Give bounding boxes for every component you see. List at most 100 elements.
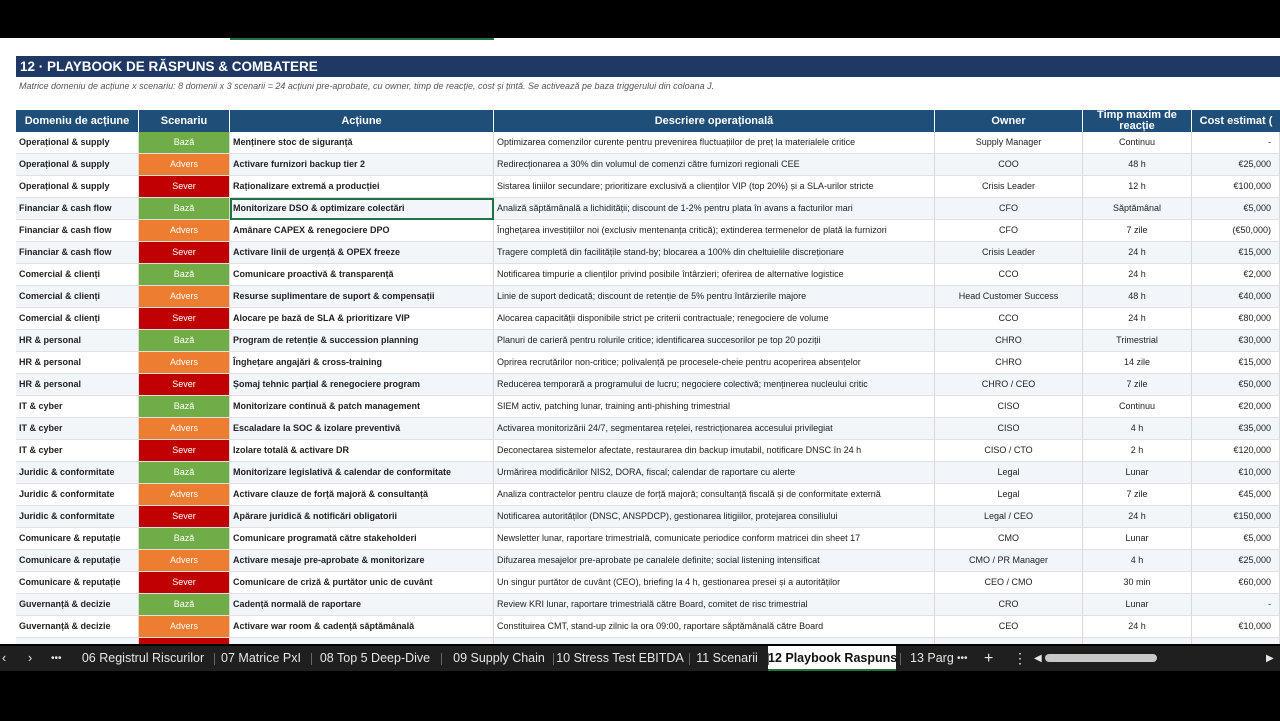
cell-descriere[interactable]: Redirecționarea a 30% din volumul de com… bbox=[494, 154, 935, 176]
cell-domeniu[interactable]: IT & cyber bbox=[16, 418, 139, 440]
cell-scenariu[interactable]: Bază bbox=[139, 462, 230, 484]
cell-actiune[interactable]: Înghețare angajări & cross-training bbox=[230, 352, 494, 374]
cell-owner[interactable]: CEO / CMO bbox=[935, 572, 1083, 594]
header-timp[interactable]: Timp maxim de reacție bbox=[1083, 110, 1192, 132]
cell-timp[interactable]: Trimestrial bbox=[1083, 330, 1192, 352]
sheet-tab[interactable]: 06 Registrul Riscurilor bbox=[70, 646, 216, 671]
cell-owner[interactable]: CCO bbox=[935, 308, 1083, 330]
cell-descriere[interactable]: Linie de suport dedicată; discount de re… bbox=[494, 286, 935, 308]
sheet-tab[interactable]: 12 Playbook Raspuns bbox=[768, 646, 897, 671]
header-cost[interactable]: Cost estimat ( bbox=[1192, 110, 1280, 132]
cell-descriere[interactable]: Difuzarea mesajelor pre-aprobate pe cana… bbox=[494, 550, 935, 572]
cell-domeniu[interactable]: IT & cyber bbox=[16, 396, 139, 418]
cell-cost[interactable]: €150,000 bbox=[1192, 506, 1280, 528]
cell-domeniu[interactable]: Juridic & conformitate bbox=[16, 462, 139, 484]
cell-domeniu[interactable] bbox=[16, 638, 139, 644]
cell-domeniu[interactable]: Comunicare & reputație bbox=[16, 572, 139, 594]
cell-descriere[interactable]: Planuri de carieră pentru rolurile criti… bbox=[494, 330, 935, 352]
cell-cost[interactable]: €60,000 bbox=[1192, 572, 1280, 594]
cell-timp[interactable]: Continuu bbox=[1083, 132, 1192, 154]
sheet-tab[interactable]: 08 Top 5 Deep-Dive bbox=[311, 646, 439, 671]
cell-scenariu[interactable]: Advers bbox=[139, 418, 230, 440]
cell-scenariu[interactable]: Bază bbox=[139, 132, 230, 154]
cell-descriere[interactable]: Reducerea temporară a programului de luc… bbox=[494, 374, 935, 396]
cell-cost[interactable]: €15,000 bbox=[1192, 242, 1280, 264]
cell-cost[interactable]: €30,000 bbox=[1192, 330, 1280, 352]
cell-cost[interactable]: €80,000 bbox=[1192, 308, 1280, 330]
cell-actiune[interactable]: Apărare juridică & notificări obligatori… bbox=[230, 506, 494, 528]
cell-scenariu[interactable]: Sever bbox=[139, 506, 230, 528]
cell-timp[interactable]: 4 h bbox=[1083, 550, 1192, 572]
header-domeniu[interactable]: Domeniu de acțiune bbox=[16, 110, 139, 132]
header-owner[interactable]: Owner bbox=[935, 110, 1083, 132]
cell-descriere[interactable] bbox=[494, 638, 935, 644]
next-sheet-icon[interactable]: › bbox=[28, 646, 32, 671]
cell-owner[interactable]: CFO bbox=[935, 198, 1083, 220]
header-scenariu[interactable]: Scenariu bbox=[139, 110, 230, 132]
cell-timp[interactable]: Lunar bbox=[1083, 462, 1192, 484]
cell-actiune[interactable]: Comunicare programată către stakeholderi bbox=[230, 528, 494, 550]
sheet-tab[interactable]: 10 Stress Test EBITDA bbox=[553, 646, 687, 671]
cell-domeniu[interactable]: Guvernanță & decizie bbox=[16, 594, 139, 616]
cell-descriere[interactable]: Urmărirea modificărilor NIS2, DORA, fisc… bbox=[494, 462, 935, 484]
cell-domeniu[interactable]: HR & personal bbox=[16, 352, 139, 374]
cell-actiune[interactable]: Alocare pe bază de SLA & prioritizare VI… bbox=[230, 308, 494, 330]
cell-scenariu[interactable]: Advers bbox=[139, 286, 230, 308]
cell-owner[interactable]: CRO bbox=[935, 594, 1083, 616]
cell-descriere[interactable]: Tragere completă din facilitățile stand-… bbox=[494, 242, 935, 264]
cell-timp[interactable]: 48 h bbox=[1083, 154, 1192, 176]
cell-cost[interactable]: €10,000 bbox=[1192, 616, 1280, 638]
cell-domeniu[interactable]: HR & personal bbox=[16, 374, 139, 396]
cell-actiune[interactable]: Resurse suplimentare de suport & compens… bbox=[230, 286, 494, 308]
cell-owner[interactable]: CHRO bbox=[935, 330, 1083, 352]
cell-actiune[interactable]: Raționalizare extremă a producției bbox=[230, 176, 494, 198]
prev-sheet-icon[interactable]: ‹ bbox=[2, 646, 6, 671]
cell-descriere[interactable]: Review KRI lunar, raportare trimestrială… bbox=[494, 594, 935, 616]
cell-owner[interactable] bbox=[935, 638, 1083, 644]
cell-actiune[interactable]: Izolare totală & activare DR bbox=[230, 440, 494, 462]
cell-domeniu[interactable]: IT & cyber bbox=[16, 440, 139, 462]
cell-timp[interactable]: Continuu bbox=[1083, 396, 1192, 418]
cell-timp[interactable]: 24 h bbox=[1083, 264, 1192, 286]
cell-cost[interactable]: €10,000 bbox=[1192, 462, 1280, 484]
cell-owner[interactable]: CISO bbox=[935, 418, 1083, 440]
cell-actiune[interactable]: Escaladare la SOC & izolare preventivă bbox=[230, 418, 494, 440]
cell-timp[interactable]: 7 zile bbox=[1083, 484, 1192, 506]
cell-domeniu[interactable]: Comunicare & reputație bbox=[16, 528, 139, 550]
cell-scenariu[interactable]: Bază bbox=[139, 198, 230, 220]
cell-owner[interactable]: Supply Manager bbox=[935, 132, 1083, 154]
cell-domeniu[interactable]: Comercial & clienți bbox=[16, 308, 139, 330]
cell-owner[interactable]: CISO / CTO bbox=[935, 440, 1083, 462]
cell-descriere[interactable]: Constituirea CMT, stand-up zilnic la ora… bbox=[494, 616, 935, 638]
cell-domeniu[interactable]: HR & personal bbox=[16, 330, 139, 352]
cell-domeniu[interactable]: Operațional & supply bbox=[16, 154, 139, 176]
add-sheet-icon[interactable]: + bbox=[984, 646, 993, 671]
cell-scenariu[interactable]: Advers bbox=[139, 220, 230, 242]
cell-owner[interactable]: Legal / CEO bbox=[935, 506, 1083, 528]
cell-scenariu[interactable]: Bază bbox=[139, 396, 230, 418]
cell-descriere[interactable]: Analiză săptămânală a lichidității; disc… bbox=[494, 198, 935, 220]
cell-scenariu[interactable]: Sever bbox=[139, 638, 230, 644]
cell-descriere[interactable]: Sistarea liniilor secundare; prioritizar… bbox=[494, 176, 935, 198]
cell-scenariu[interactable]: Sever bbox=[139, 572, 230, 594]
scroll-left-icon[interactable]: ◀ bbox=[1034, 646, 1042, 671]
cell-cost[interactable]: €40,000 bbox=[1192, 286, 1280, 308]
cell-cost[interactable]: €50,000 bbox=[1192, 374, 1280, 396]
cell-domeniu[interactable]: Financiar & cash flow bbox=[16, 220, 139, 242]
cell-owner[interactable]: Head Customer Success bbox=[935, 286, 1083, 308]
cell-scenariu[interactable]: Sever bbox=[139, 242, 230, 264]
cell-cost[interactable]: - bbox=[1192, 594, 1280, 616]
cell-domeniu[interactable]: Comunicare & reputație bbox=[16, 550, 139, 572]
cell-scenariu[interactable]: Bază bbox=[139, 528, 230, 550]
more-sheets-icon[interactable]: ••• bbox=[51, 646, 62, 671]
horizontal-scrollbar[interactable] bbox=[1045, 654, 1157, 662]
cell-domeniu[interactable]: Operațional & supply bbox=[16, 132, 139, 154]
cell-timp[interactable]: 14 zile bbox=[1083, 352, 1192, 374]
cell-actiune[interactable]: Șomaj tehnic parțial & renegociere progr… bbox=[230, 374, 494, 396]
cell-scenariu[interactable]: Bază bbox=[139, 330, 230, 352]
cell-timp[interactable]: 2 h bbox=[1083, 440, 1192, 462]
cell-owner[interactable]: CEO bbox=[935, 616, 1083, 638]
cell-domeniu[interactable]: Financiar & cash flow bbox=[16, 198, 139, 220]
cell-cost[interactable]: €45,000 bbox=[1192, 484, 1280, 506]
cell-owner[interactable]: CISO bbox=[935, 396, 1083, 418]
